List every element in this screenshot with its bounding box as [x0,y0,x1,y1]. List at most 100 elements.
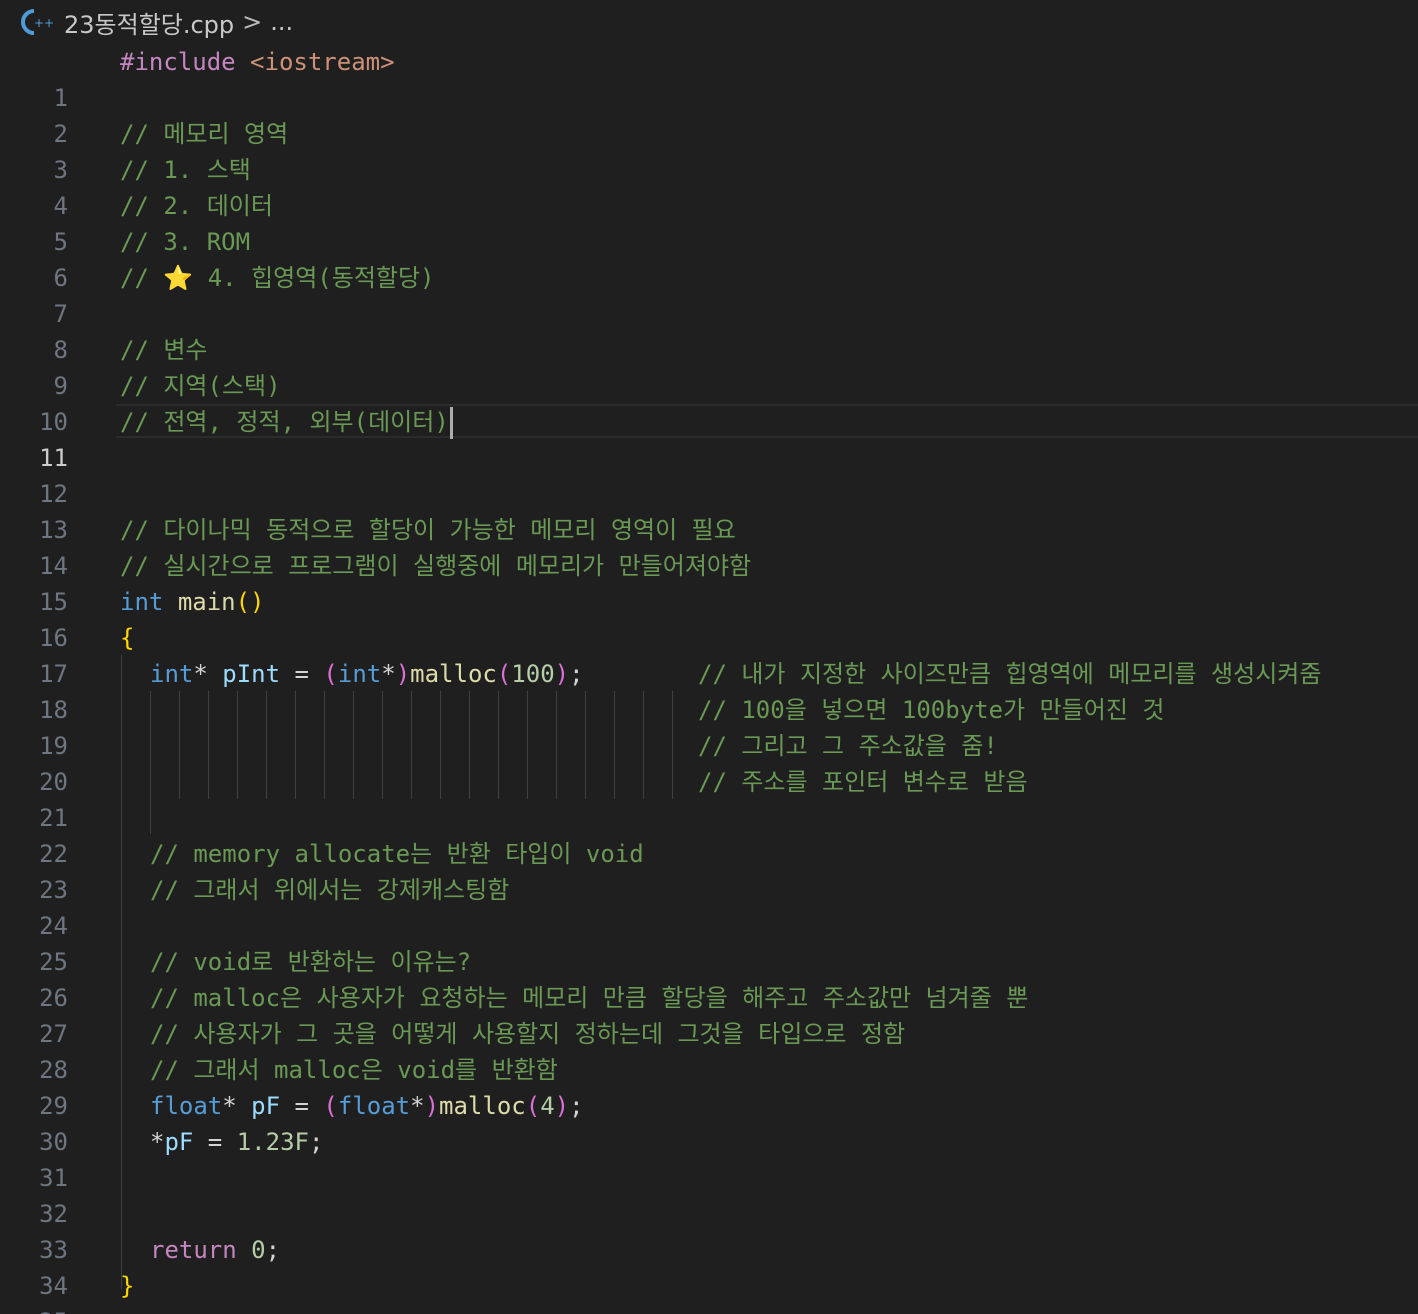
type-keyword: float [150,1092,223,1120]
operator: = [280,1092,324,1120]
number-literal: 1.23F [236,1128,309,1156]
comment: // malloc은 사용자가 요청하는 메모리 만큼 할당을 해주고 주소값만… [150,984,1029,1012]
comment-prefix: // [120,264,164,292]
code-line[interactable]: 30 float* pF = (float*)malloc(4); [0,1088,1418,1156]
comment: // 내가 지정한 사이즈만큼 힙영역에 메모리를 생성시켜줌 [698,660,1322,688]
comment: // 3. ROM [120,228,251,256]
line-number: 35 [0,1304,68,1314]
code-line[interactable]: 17 { [0,620,1418,688]
code-line[interactable]: 25 [0,908,1418,976]
code-line[interactable]: 24 // 그래서 위에서는 강제캐스팅함 [0,872,1418,940]
line-code: *pF = 1.23F; [150,1124,323,1160]
code-line[interactable]: 14 // 다이나믹 동적으로 할당이 가능한 메모리 영역이 필요 [0,512,1418,580]
semicolon: ; [569,1092,584,1120]
code-line[interactable]: 34 return 0; [0,1232,1418,1300]
code-line[interactable]: 7 // ⭐ 4. 힙영역(동적할당) [0,260,1418,328]
code-line-current[interactable]: 11 // 전역, 정적, 외부(데이터) [0,404,1418,472]
code-line[interactable]: 1 #include <iostream> [0,44,1418,112]
bracket: ) [554,660,570,688]
comment: // 지역(스택) [120,372,281,400]
comment: // 그래서 위에서는 강제캐스팅함 [150,876,510,904]
code-line[interactable]: 29 // 그래서 malloc은 void를 반환함 [0,1052,1418,1120]
bracket: ) [424,1092,440,1120]
breadcrumb-more[interactable]: ... [270,8,293,36]
variable: pF [251,1092,281,1120]
comment: // 사용자가 그 곳을 어떻게 사용할지 정하는데 그것을 타입으로 정함 [150,1020,906,1048]
operator: * [381,660,396,688]
code-line[interactable]: 27 // malloc은 사용자가 요청하는 메모리 만큼 할당을 해주고 주… [0,980,1418,1048]
breadcrumb: ++ 23동적할당.cpp > ... [20,0,293,44]
code-line[interactable]: 10 // 지역(스택) [0,368,1418,436]
code-editor[interactable]: 1 #include <iostream> 2 3 // 메모리 영역 4 //… [0,44,1418,1314]
function-name: malloc [439,1092,526,1120]
number-literal: 4 [540,1092,555,1120]
breadcrumb-filename[interactable]: 23동적할당.cpp [64,5,234,40]
line-code: return 0; [150,1232,280,1268]
comment: // 변수 [120,336,208,364]
code-line[interactable]: 31 *pF = 1.23F; [0,1124,1418,1192]
line-code: float* pF = (float*)malloc(4); [150,1088,584,1124]
code-line[interactable]: 22 [0,800,1418,868]
operator: * [222,1092,237,1120]
code-line[interactable]: 33 [0,1196,1418,1264]
function-name: main [177,588,236,616]
bracket: ( [323,1092,338,1120]
bracket: ) [395,660,411,688]
code-line[interactable]: 35 } [0,1268,1418,1314]
type-keyword: int [337,660,382,688]
code-line[interactable]: 4 // 1. 스택 [0,152,1418,220]
operator: = [280,660,324,688]
bracket: { [120,624,135,652]
return-keyword: return [150,1236,237,1264]
code-line[interactable]: 26 // void로 반환하는 이유는? [0,944,1418,1012]
type-keyword: int [120,588,164,616]
code-line[interactable]: 19 // 100을 넣으면 100byte가 만들어진 것 [0,692,1418,760]
comment: // 그래서 malloc은 void를 반환함 [150,1056,558,1084]
comment: // 100을 넣으면 100byte가 만들어진 것 [698,696,1165,724]
bracket: } [120,1272,135,1300]
include-header: <iostream> [250,48,395,76]
operator: = [193,1128,237,1156]
code-line[interactable]: 13 [0,476,1418,544]
svg-text:++: ++ [34,16,54,30]
code-line[interactable]: 12 [0,440,1418,508]
code-line[interactable]: 23 // memory allocate는 반환 타입이 void [0,836,1418,904]
variable: pF [164,1128,194,1156]
comment: // 메모리 영역 [120,120,289,148]
semicolon: ; [308,1128,324,1156]
code-line[interactable]: 6 // 3. ROM [0,224,1418,292]
code-line[interactable]: 18 int* pInt = (int*)malloc(100); // 내가 … [0,656,1418,724]
bracket: ) [554,1092,570,1120]
comment: // 전역, 정적, 외부(데이터) [120,408,449,436]
code-line[interactable]: 32 [0,1160,1418,1228]
variable: pInt [222,660,281,688]
bracket: () [235,588,265,616]
code-line[interactable]: 9 // 변수 [0,332,1418,400]
line-code: int main() [120,584,265,620]
comment-text: 4. 힙영역(동적할당) [193,264,435,292]
code-line[interactable]: 21 // 주소를 포인터 변수로 받음 [0,764,1418,832]
function-name: malloc [410,660,497,688]
semicolon: ; [569,660,584,688]
star-emoji-icon: ⭐ [163,264,194,292]
text-cursor [449,407,453,439]
line-code: #include <iostream> [120,44,395,80]
comment: // 그리고 그 주소값을 줌! [698,732,998,760]
number-literal: 100 [511,660,555,688]
code-line[interactable]: 3 // 메모리 영역 [0,116,1418,184]
comment: // void로 반환하는 이유는? [150,948,472,976]
bracket: ( [323,660,338,688]
code-line[interactable]: 20 // 그리고 그 주소값을 줌! [0,728,1418,796]
code-line[interactable]: 15 // 실시간으로 프로그램이 실행중에 메모리가 만들어져야함 [0,548,1418,616]
operator: * [410,1092,425,1120]
preprocessor-directive: #include [120,48,236,76]
line-code: // 전역, 정적, 외부(데이터) [120,404,453,440]
code-line[interactable]: 28 // 사용자가 그 곳을 어떻게 사용할지 정하는데 그것을 타입으로 정… [0,1016,1418,1084]
comment: // memory allocate는 반환 타입이 void [150,840,644,868]
breadcrumb-separator: > [242,8,263,36]
code-line[interactable]: 5 // 2. 데이터 [0,188,1418,256]
code-line[interactable]: 2 [0,80,1418,148]
code-line[interactable]: 16 int main() [0,584,1418,652]
code-line[interactable]: 8 [0,296,1418,364]
comment: // 주소를 포인터 변수로 받음 [698,768,1028,796]
